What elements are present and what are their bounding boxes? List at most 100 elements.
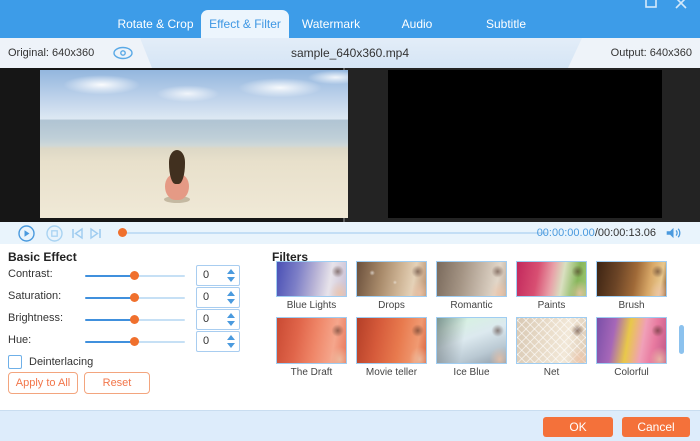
- filter-thumbnail[interactable]: [356, 261, 427, 297]
- filter-drops[interactable]: Drops: [356, 261, 427, 311]
- person-hair: [169, 150, 185, 184]
- filter-colorful[interactable]: Colorful: [596, 317, 667, 378]
- filter-label: Paints: [516, 300, 587, 311]
- filter-label: Colorful: [596, 367, 667, 378]
- output-video-preview: [388, 70, 662, 218]
- hue-slider-handle[interactable]: [130, 337, 139, 346]
- brightness-value[interactable]: 0: [203, 310, 209, 329]
- filter-blue-lights[interactable]: Blue Lights: [276, 261, 347, 311]
- filter-label: Net: [516, 367, 587, 378]
- filter-label: Romantic: [436, 300, 507, 311]
- filter-label: Ice Blue: [436, 367, 507, 378]
- hue-spinbox[interactable]: 0: [196, 331, 240, 352]
- hue-row: Hue: 0: [0, 331, 260, 352]
- next-frame-button[interactable]: [89, 227, 102, 245]
- previous-frame-icon: [71, 227, 84, 240]
- output-resolution-label: Output: 640x360: [611, 38, 692, 68]
- person-on-beach: [163, 150, 191, 200]
- effect-filter-dialog: Rotate & Crop Effect & Filter Watermark …: [0, 0, 700, 441]
- saturation-value[interactable]: 0: [203, 288, 209, 307]
- reset-button[interactable]: Reset: [84, 372, 150, 394]
- current-time: 00:00:00.00: [537, 227, 595, 239]
- original-resolution-label: Original: 640x360: [8, 38, 94, 68]
- tab-audio[interactable]: Audio: [385, 10, 449, 38]
- contrast-down-arrow[interactable]: [227, 277, 235, 282]
- hue-up-arrow[interactable]: [227, 335, 235, 340]
- filter-brush[interactable]: Brush: [596, 261, 667, 311]
- brightness-up-arrow[interactable]: [227, 313, 235, 318]
- tab-rotate-crop[interactable]: Rotate & Crop: [103, 10, 208, 38]
- tab-effect-filter[interactable]: Effect & Filter: [201, 10, 289, 38]
- cancel-button[interactable]: Cancel: [622, 417, 690, 437]
- filter-thumbnail[interactable]: [436, 317, 507, 364]
- time-display: 00:00:00.00/00:00:13.06: [537, 222, 656, 244]
- brightness-spinbox[interactable]: 0: [196, 309, 240, 330]
- maximize-icon: [644, 0, 658, 10]
- close-icon: [674, 0, 688, 10]
- contrast-slider-handle[interactable]: [130, 271, 139, 280]
- filter-net[interactable]: Net: [516, 317, 587, 378]
- contrast-value[interactable]: 0: [203, 266, 209, 285]
- filter-label: Blue Lights: [276, 300, 347, 311]
- titlebar: Rotate & Crop Effect & Filter Watermark …: [0, 0, 700, 38]
- eye-icon: [112, 46, 134, 60]
- saturation-label: Saturation:: [8, 290, 61, 302]
- maximize-button[interactable]: [644, 0, 658, 10]
- volume-icon: [665, 225, 682, 241]
- original-video-preview: [40, 70, 348, 218]
- filter-ice-blue[interactable]: Ice Blue: [436, 317, 507, 378]
- preview-stage: [0, 68, 700, 222]
- contrast-up-arrow[interactable]: [227, 269, 235, 274]
- contrast-label: Contrast:: [8, 268, 53, 280]
- saturation-slider-handle[interactable]: [130, 293, 139, 302]
- close-button[interactable]: [674, 0, 688, 10]
- total-time: 00:00:13.06: [598, 227, 656, 239]
- apply-to-all-button[interactable]: Apply to All: [8, 372, 78, 394]
- brightness-row: Brightness: 0: [0, 309, 260, 330]
- tab-watermark[interactable]: Watermark: [299, 10, 363, 38]
- hue-value[interactable]: 0: [203, 332, 209, 351]
- filter-thumbnail[interactable]: [436, 261, 507, 297]
- filter-label: The Draft: [276, 367, 347, 378]
- saturation-up-arrow[interactable]: [227, 291, 235, 296]
- saturation-spinbox[interactable]: 0: [196, 287, 240, 308]
- basic-effect-title: Basic Effect: [8, 250, 77, 264]
- filter-label: Movie teller: [356, 367, 427, 378]
- seek-bar[interactable]: [118, 232, 548, 234]
- brightness-down-arrow[interactable]: [227, 321, 235, 326]
- filter-thumbnail[interactable]: [596, 261, 667, 297]
- saturation-down-arrow[interactable]: [227, 299, 235, 304]
- filter-romantic[interactable]: Romantic: [436, 261, 507, 311]
- tab-subtitle[interactable]: Subtitle: [474, 10, 538, 38]
- filter-thumbnail[interactable]: [596, 317, 667, 364]
- filter-paints[interactable]: Paints: [516, 261, 587, 311]
- ok-button[interactable]: OK: [543, 417, 613, 437]
- filter-movie-teller[interactable]: Movie teller: [356, 317, 427, 378]
- info-bar: Original: 640x360 sample_640x360.mp4 Out…: [0, 38, 700, 68]
- deinterlacing-label: Deinterlacing: [29, 356, 93, 368]
- filter-label: Brush: [596, 300, 667, 311]
- volume-button[interactable]: [665, 225, 682, 246]
- filter-thumbnail[interactable]: [516, 317, 587, 364]
- filter-the-draft[interactable]: The Draft: [276, 317, 347, 378]
- filter-thumbnail[interactable]: [276, 261, 347, 297]
- filter-label: Drops: [356, 300, 427, 311]
- player-bar: 00:00:00.00/00:00:13.06: [0, 222, 700, 244]
- filter-thumbnail[interactable]: [516, 261, 587, 297]
- checkbox-box[interactable]: [8, 355, 22, 369]
- contrast-spinbox[interactable]: 0: [196, 265, 240, 286]
- preview-toggle-button[interactable]: [112, 46, 134, 65]
- play-icon: [18, 225, 35, 242]
- filters-scrollbar[interactable]: [679, 325, 684, 354]
- next-frame-icon: [89, 227, 102, 240]
- saturation-row: Saturation: 0: [0, 287, 260, 308]
- content-area: Basic Effect Contrast: 0 Saturation: 0 B…: [0, 244, 700, 410]
- brightness-slider-handle[interactable]: [130, 315, 139, 324]
- deinterlacing-checkbox[interactable]: Deinterlacing: [8, 355, 93, 369]
- filter-thumbnail[interactable]: [356, 317, 427, 364]
- seek-handle[interactable]: [118, 228, 127, 237]
- footer-bar: OK Cancel: [0, 410, 700, 441]
- filter-thumbnail[interactable]: [276, 317, 347, 364]
- previous-frame-button[interactable]: [71, 227, 84, 245]
- hue-down-arrow[interactable]: [227, 343, 235, 348]
